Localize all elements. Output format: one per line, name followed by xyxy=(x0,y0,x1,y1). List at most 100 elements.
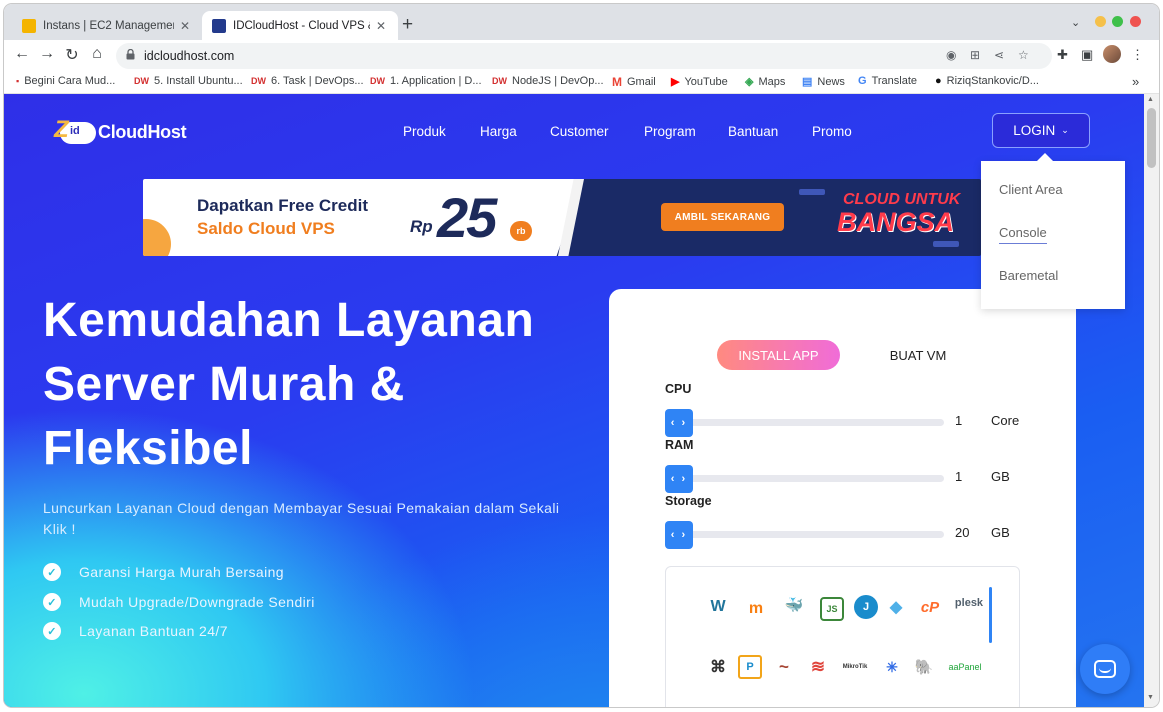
nav-bantuan[interactable]: Bantuan xyxy=(728,124,778,139)
bookmarks-overflow-icon[interactable]: » xyxy=(1132,74,1139,89)
ram-slider-handle[interactable]: ‹ › xyxy=(665,465,693,493)
github-icon: ● xyxy=(935,75,942,87)
cpu-slider-handle[interactable]: ‹ › xyxy=(665,409,693,437)
translate-page-icon[interactable]: ⊞ xyxy=(970,48,980,62)
banner-amount: 25 xyxy=(437,186,497,249)
ubuntu-stack-icon[interactable]: ≋ xyxy=(806,655,830,679)
storage-value: 20 xyxy=(955,525,970,540)
storage-slider-track[interactable] xyxy=(679,531,944,538)
maximize-icon[interactable] xyxy=(1112,16,1123,27)
bookmark-item[interactable]: G Translate xyxy=(858,75,917,87)
tab-idcloudhost[interactable]: IDCloudHost - Cloud VPS & W ✕ xyxy=(202,11,398,40)
gmail-icon: M xyxy=(612,75,622,89)
plesk-alt-icon[interactable]: P xyxy=(738,655,762,679)
bookmark-item[interactable]: DW 1. Application | D... xyxy=(370,75,482,87)
bookmark-item[interactable]: ▪ Begini Cara Mud... xyxy=(16,75,115,87)
aws-favicon-icon xyxy=(22,18,36,33)
reload-icon[interactable]: ↻ xyxy=(62,45,82,65)
feature-item: ✓ Layanan Bantuan 24/7 xyxy=(43,622,228,640)
logo-text: CloudHost xyxy=(98,121,187,142)
camera-blocked-icon[interactable]: ◉ xyxy=(946,48,956,62)
bookmark-item[interactable]: DW 6. Task | DevOps... xyxy=(251,75,364,87)
nav-harga[interactable]: Harga xyxy=(480,124,517,139)
scrollbar-thumb[interactable] xyxy=(1147,108,1156,168)
git-icon[interactable]: ◆ xyxy=(884,595,908,619)
chevron-down-icon: ⌄ xyxy=(1061,125,1069,135)
banner-line2: Saldo Cloud VPS xyxy=(197,219,335,238)
close-icon[interactable]: ✕ xyxy=(374,19,388,33)
bookmark-star-icon[interactable]: ☆ xyxy=(1018,48,1029,62)
side-panel-icon[interactable]: ▣ xyxy=(1081,47,1093,63)
hero-title: Kemudahan Layanan Server Murah & Fleksib… xyxy=(43,294,535,475)
tab-buat-vm[interactable]: BUAT VM xyxy=(864,340,972,370)
home-icon[interactable]: ⌂ xyxy=(87,45,107,63)
cpu-label: CPU xyxy=(665,382,692,396)
bookmark-label: 6. Task | DevOps... xyxy=(271,75,364,87)
aapanel-icon[interactable]: aaPanel xyxy=(944,655,986,679)
chevron-down-icon[interactable]: ⌄ xyxy=(1071,16,1080,29)
bookmark-label: 1. Application | D... xyxy=(390,75,482,87)
feature-label: Mudah Upgrade/Downgrade Sendiri xyxy=(79,594,315,610)
live-chat-button[interactable] xyxy=(1080,644,1130,694)
site-logo[interactable]: Z id CloudHost xyxy=(54,116,187,148)
moodle-icon[interactable]: m xyxy=(744,597,768,621)
zimbra-icon[interactable]: ⌘ xyxy=(706,655,730,679)
login-button[interactable]: LOGIN ⌄ xyxy=(992,113,1090,148)
cpu-slider-track[interactable] xyxy=(679,419,944,426)
red-badge-icon: ▪ xyxy=(16,76,20,86)
storage-slider-handle[interactable]: ‹ › xyxy=(665,521,693,549)
nodejs-icon[interactable]: JS xyxy=(820,597,844,621)
scroll-down-icon[interactable]: ▼ xyxy=(1147,694,1154,701)
menu-item-baremetal[interactable]: Baremetal xyxy=(999,268,1058,283)
window-close-icon[interactable] xyxy=(1130,16,1141,27)
joomla-icon[interactable]: J xyxy=(854,595,878,619)
dw-icon: DW xyxy=(492,76,507,86)
share-icon[interactable]: ⋖ xyxy=(994,48,1004,62)
ram-slider-track[interactable] xyxy=(679,475,944,482)
bookmark-item[interactable]: DW 5. Install Ubuntu... xyxy=(134,75,243,87)
cpanel-icon[interactable]: cP xyxy=(918,595,942,619)
bookmark-item[interactable]: ▤ News xyxy=(802,75,845,89)
mikrotik-icon[interactable]: MikroTik xyxy=(838,655,872,679)
tab-install-app[interactable]: INSTALL APP xyxy=(717,340,840,370)
back-icon[interactable]: ← xyxy=(12,45,32,63)
bookmark-item[interactable]: ▶ YouTube xyxy=(671,75,728,89)
tab-title: IDCloudHost - Cloud VPS & W xyxy=(233,19,370,32)
tab-strip: Instans | EC2 Management Co ✕ IDCloudHos… xyxy=(4,4,1159,40)
nav-promo[interactable]: Promo xyxy=(812,124,852,139)
tab-ec2[interactable]: Instans | EC2 Management Co ✕ xyxy=(12,11,202,40)
scroll-up-icon[interactable]: ▲ xyxy=(1147,96,1154,103)
postgresql-icon[interactable]: 🐘 xyxy=(912,655,936,679)
page-scrollbar[interactable]: ▲ ▼ xyxy=(1144,94,1159,707)
bookmark-item[interactable]: DW NodeJS | DevOp... xyxy=(492,75,604,87)
bookmark-label: NodeJS | DevOp... xyxy=(512,75,604,87)
nav-program[interactable]: Program xyxy=(644,124,696,139)
minimize-icon[interactable] xyxy=(1095,16,1106,27)
nav-customer[interactable]: Customer xyxy=(550,124,609,139)
profile-avatar[interactable] xyxy=(1103,45,1121,63)
menu-item-console[interactable]: Console xyxy=(999,225,1047,244)
bookmark-item[interactable]: M Gmail xyxy=(612,75,656,89)
wordpress-icon[interactable]: W xyxy=(706,595,730,619)
menu-kebab-icon[interactable]: ⋮ xyxy=(1131,47,1144,63)
menu-item-client-area[interactable]: Client Area xyxy=(999,182,1063,197)
promo-banner[interactable]: Dapatkan Free Credit Saldo Cloud VPS Rp … xyxy=(143,179,981,256)
plesk-icon[interactable]: plesk xyxy=(954,591,984,615)
kubernetes-icon[interactable]: ✳ xyxy=(880,655,904,679)
dw-icon: DW xyxy=(134,76,149,86)
app-picker-scrollbar[interactable] xyxy=(989,587,992,643)
ram-unit: GB xyxy=(991,469,1010,484)
address-bar[interactable]: idcloudhost.com ◉ ⊞ ⋖ ☆ xyxy=(116,43,1052,69)
check-circle-icon: ✓ xyxy=(43,563,61,581)
banner-cta-button[interactable]: AMBIL SEKARANG xyxy=(661,203,784,231)
extensions-icon[interactable]: ✚ xyxy=(1057,47,1068,63)
bookmark-item[interactable]: ● RiziqStankovic/D... xyxy=(935,75,1039,87)
nav-produk[interactable]: Produk xyxy=(403,124,446,139)
server-deco-icon xyxy=(933,241,959,247)
forward-icon[interactable]: → xyxy=(37,45,57,63)
docker-icon[interactable]: 🐳 xyxy=(782,593,806,617)
mariadb-icon[interactable]: ~ xyxy=(772,655,796,679)
new-tab-icon[interactable]: + xyxy=(402,14,413,36)
bookmark-item[interactable]: ◈ Maps xyxy=(745,75,785,89)
close-icon[interactable]: ✕ xyxy=(178,19,192,33)
